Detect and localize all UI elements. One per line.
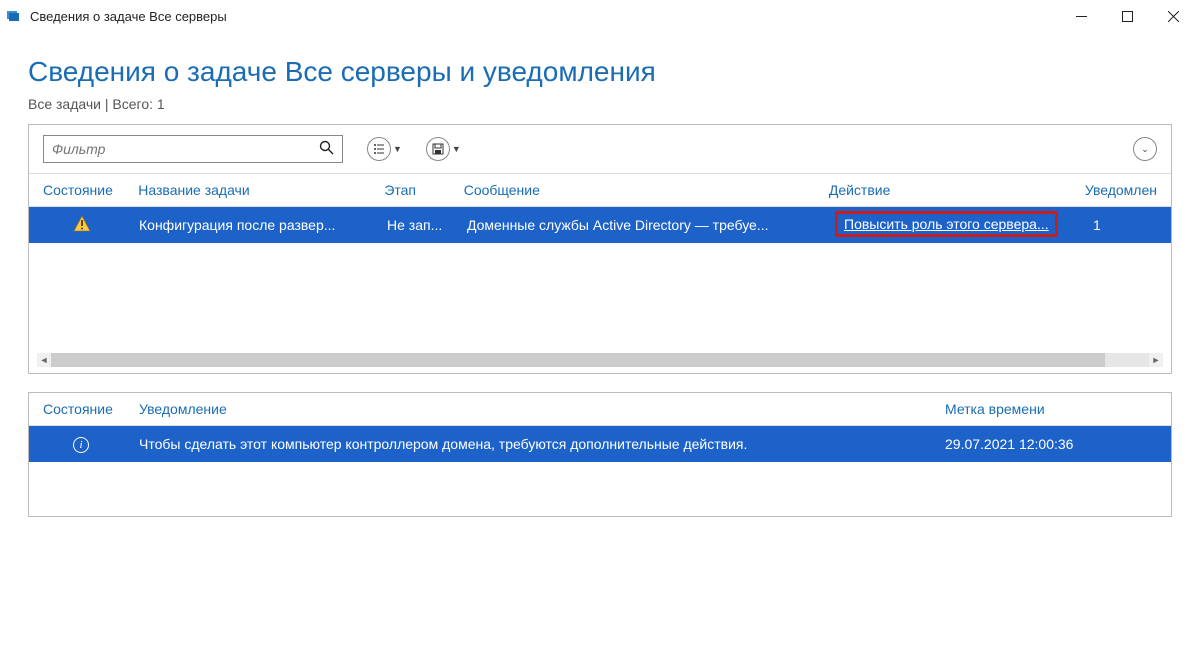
notif-column-headers: Состояние Уведомление Метка времени — [29, 393, 1171, 426]
chevron-down-icon: ▼ — [393, 144, 402, 154]
scroll-right-icon[interactable]: ► — [1149, 353, 1163, 367]
maximize-button[interactable] — [1104, 0, 1150, 32]
scroll-thumb[interactable] — [51, 353, 1105, 367]
close-button[interactable] — [1150, 0, 1196, 32]
notif-grid-body — [29, 462, 1171, 516]
filter-input[interactable] — [52, 141, 319, 157]
app-icon — [4, 6, 24, 26]
chevron-down-icon: ▼ — [452, 144, 461, 154]
page-title: Сведения о задаче Все серверы и уведомле… — [28, 56, 1172, 88]
col-message[interactable]: Сообщение — [464, 182, 829, 198]
info-icon: i — [73, 437, 89, 453]
col-task[interactable]: Название задачи — [138, 182, 384, 198]
col-stage[interactable]: Этап — [384, 182, 463, 198]
chevron-down-icon: ⌄ — [1141, 144, 1149, 155]
window-controls — [1058, 0, 1196, 32]
page-subtitle: Все задачи | Всего: 1 — [28, 96, 1172, 112]
content-area: Сведения о задаче Все серверы и уведомле… — [0, 32, 1200, 517]
disk-icon — [426, 137, 450, 161]
titlebar: Сведения о задаче Все серверы — [0, 0, 1200, 32]
cell2-notification: Чтобы сделать этот компьютер контроллеро… — [139, 436, 945, 452]
col2-state[interactable]: Состояние — [43, 401, 139, 417]
col-action[interactable]: Действие — [829, 182, 1085, 198]
col2-notification[interactable]: Уведомление — [139, 401, 945, 417]
toolbar: ▼ ▼ ⌄ — [29, 125, 1171, 173]
save-dropdown[interactable]: ▼ — [426, 137, 461, 161]
col-state[interactable]: Состояние — [43, 182, 138, 198]
window-title: Сведения о задаче Все серверы — [30, 9, 1058, 24]
promote-server-link[interactable]: Повысить роль этого сервера... — [844, 216, 1049, 232]
list-icon — [367, 137, 391, 161]
cell-task: Конфигурация после развер... — [139, 217, 387, 233]
cell-stage: Не зап... — [387, 217, 467, 233]
action-highlight: Повысить роль этого сервера... — [835, 211, 1058, 237]
cell2-state: i — [43, 435, 139, 453]
cell-state — [43, 215, 139, 236]
cell-message: Доменные службы Active Directory — требу… — [467, 217, 835, 233]
col2-timestamp[interactable]: Метка времени — [945, 401, 1157, 417]
cell-action: Повысить роль этого сервера... — [835, 211, 1093, 240]
notification-row[interactable]: i Чтобы сделать этот компьютер контролле… — [29, 426, 1171, 462]
tasks-panel: ▼ ▼ ⌄ Состояние Название задачи Эт — [28, 124, 1172, 374]
notifications-panel: Состояние Уведомление Метка времени i Чт… — [28, 392, 1172, 517]
warning-icon — [73, 215, 91, 233]
col-notifications[interactable]: Уведомлен — [1085, 182, 1157, 198]
filter-box[interactable] — [43, 135, 343, 163]
expand-button[interactable]: ⌄ — [1133, 137, 1157, 161]
task-row[interactable]: Конфигурация после развер... Не зап... Д… — [29, 207, 1171, 243]
scroll-track[interactable] — [51, 353, 1149, 367]
scroll-left-icon[interactable]: ◄ — [37, 353, 51, 367]
cell2-timestamp: 29.07.2021 12:00:36 — [945, 436, 1157, 452]
view-dropdown[interactable]: ▼ — [367, 137, 402, 161]
minimize-button[interactable] — [1058, 0, 1104, 32]
cell-notif-count: 1 — [1093, 217, 1157, 233]
horizontal-scrollbar[interactable]: ◄ ► — [37, 353, 1163, 367]
search-icon[interactable] — [319, 140, 334, 159]
task-column-headers: Состояние Название задачи Этап Сообщение… — [29, 173, 1171, 207]
tasks-grid-body: ◄ ► — [29, 243, 1171, 373]
